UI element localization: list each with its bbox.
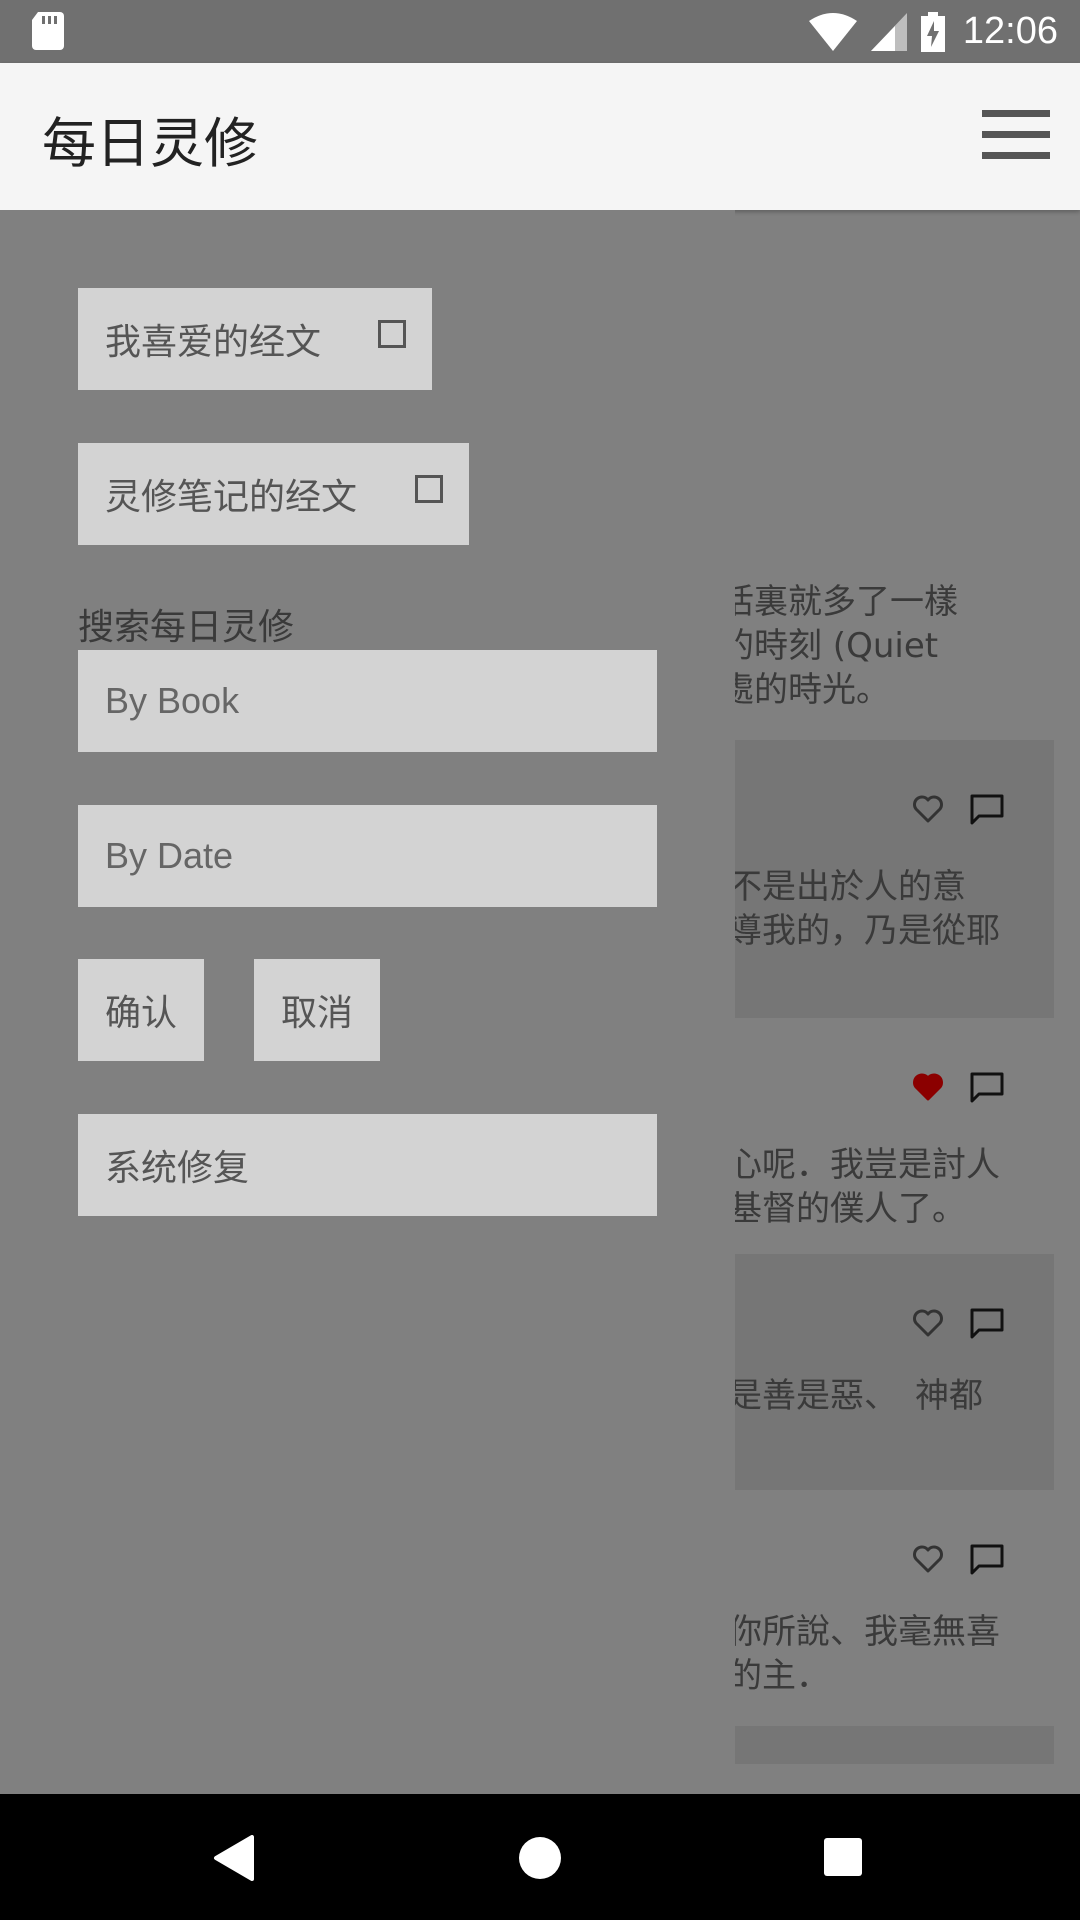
- page-title: 每日灵修: [42, 112, 258, 175]
- notes-filter[interactable]: 灵修笔记的经文: [78, 443, 469, 545]
- intro-text: 活裏就多了一樣 的時刻 (Quiet 處的時光。: [720, 582, 958, 710]
- heart-outline-icon[interactable]: [912, 1308, 944, 1338]
- status-clock: 12:06: [962, 10, 1058, 52]
- devotion-card-text: 心呢．我豈是討人 基督的僕人了。: [728, 1145, 1000, 1229]
- battery-charging-icon: [920, 11, 945, 52]
- search-title: 搜索每日灵修: [78, 607, 295, 648]
- sd-card-icon: [32, 12, 64, 50]
- devotion-card-text: 是善是惡、 神都: [728, 1376, 983, 1416]
- devotion-card-text: 你所說、我毫無喜 的主．: [728, 1612, 1000, 1696]
- comment-icon[interactable]: [970, 1544, 1004, 1576]
- by-date-input[interactable]: [78, 805, 657, 907]
- by-book-input[interactable]: [78, 650, 657, 752]
- devotion-card[interactable]: 是善是惡、 神都: [700, 1254, 1054, 1490]
- app-bar: 每日灵修: [0, 63, 1080, 210]
- cancel-button[interactable]: 取消: [254, 959, 380, 1061]
- wifi-icon: [808, 12, 857, 51]
- system-repair-label: 系统修复: [105, 1148, 250, 1189]
- favorites-checkbox[interactable]: [378, 320, 406, 348]
- notes-checkbox[interactable]: [415, 475, 443, 503]
- heart-filled-icon[interactable]: [912, 1072, 944, 1102]
- cancel-label: 取消: [281, 993, 354, 1034]
- notes-label: 灵修笔记的经文: [105, 477, 358, 518]
- heart-outline-icon[interactable]: [912, 1544, 944, 1574]
- confirm-button[interactable]: 确认: [78, 959, 204, 1061]
- comment-icon[interactable]: [970, 794, 1004, 826]
- home-icon[interactable]: [518, 1836, 562, 1880]
- cell-signal-icon: [870, 12, 907, 51]
- favorites-label: 我喜爱的经文: [105, 322, 322, 363]
- comment-icon[interactable]: [970, 1072, 1004, 1104]
- confirm-label: 确认: [105, 993, 178, 1034]
- system-nav-bar: [0, 1794, 1080, 1920]
- status-bar: 12:06: [0, 0, 1080, 63]
- favorites-filter[interactable]: 我喜爱的经文: [78, 288, 432, 390]
- devotion-card[interactable]: 心呢．我豈是討人 基督的僕人了。: [700, 1018, 1054, 1254]
- heart-outline-icon[interactable]: [912, 794, 944, 824]
- devotion-card[interactable]: 不是出於人的意 導我的，乃是從耶: [700, 740, 1054, 1018]
- navigation-drawer: 我喜爱的经文 灵修笔记的经文 搜索每日灵修 确认 取消 系统修复: [0, 210, 735, 1794]
- recents-icon[interactable]: [823, 1837, 863, 1877]
- devotion-card[interactable]: [700, 1726, 1054, 1764]
- comment-icon[interactable]: [970, 1308, 1004, 1340]
- hamburger-menu-icon[interactable]: [982, 110, 1050, 160]
- system-repair-button[interactable]: 系统修复: [78, 1114, 657, 1216]
- back-icon[interactable]: [212, 1835, 256, 1881]
- devotion-card-text: 不是出於人的意 導我的，乃是從耶: [728, 867, 1000, 951]
- devotion-card[interactable]: 你所說、我毫無喜 的主．: [700, 1490, 1054, 1726]
